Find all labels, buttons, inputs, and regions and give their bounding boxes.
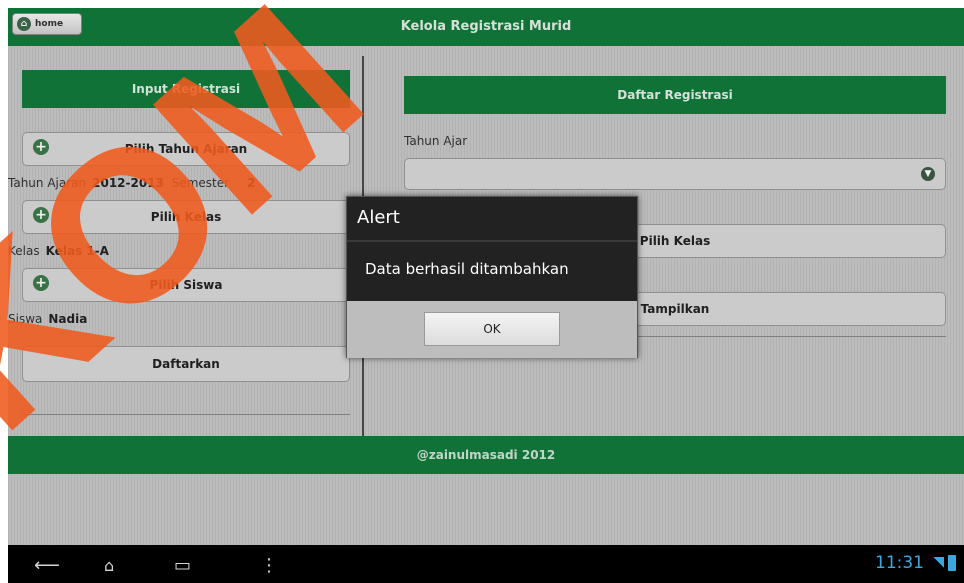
recents-icon[interactable]: ▭ <box>174 555 191 576</box>
status-clock: 11:31 <box>875 553 924 573</box>
alert-dialog: Alert Data berhasil ditambahkan OK <box>346 196 638 358</box>
ok-button[interactable]: OK <box>424 312 560 346</box>
menu-icon[interactable]: ⋮ <box>260 555 278 576</box>
wifi-icon: ◥ <box>933 554 944 570</box>
dialog-title: Alert <box>357 207 400 228</box>
dialog-separator <box>347 240 637 242</box>
system-navbar: ⟵ ⌂ ▭ ⋮ 11:31 ◥ <box>8 545 964 583</box>
dialog-footer: OK <box>347 301 637 358</box>
home-nav-icon[interactable]: ⌂ <box>104 556 114 575</box>
dialog-message: Data berhasil ditambahkan <box>365 260 569 278</box>
back-icon[interactable]: ⟵ <box>34 555 60 576</box>
app-screen: Kelola Registrasi Murid ⌂ home Input Reg… <box>8 8 964 583</box>
battery-icon <box>948 555 956 571</box>
